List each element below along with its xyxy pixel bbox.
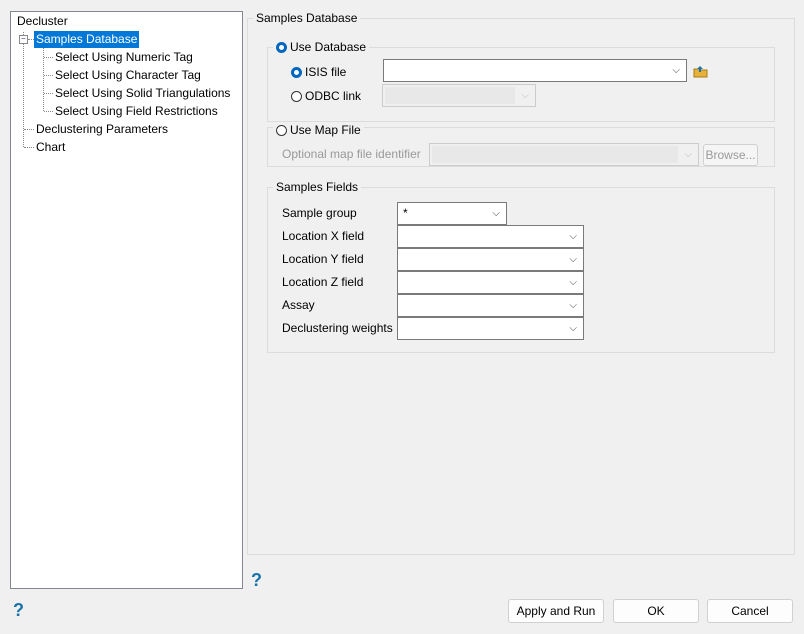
- tree-item-character-tag[interactable]: Select Using Character Tag: [55, 67, 201, 84]
- help-icon[interactable]: ?: [13, 600, 24, 621]
- isis-file-radio[interactable]: ISIS file: [291, 65, 346, 79]
- tree-item-numeric-tag[interactable]: Select Using Numeric Tag: [55, 49, 193, 66]
- field-combo[interactable]: * ⌵: [397, 202, 507, 225]
- tree-item-field-restrictions[interactable]: Select Using Field Restrictions: [55, 103, 218, 120]
- apply-and-run-button[interactable]: Apply and Run: [508, 599, 604, 623]
- field-label: Location Y field: [282, 252, 364, 266]
- navigation-tree[interactable]: Decluster − Samples Database Select Usin…: [10, 11, 243, 589]
- tree-item-solid-triangulations[interactable]: Select Using Solid Triangulations: [55, 85, 230, 102]
- tree-item-declustering-parameters[interactable]: Declustering Parameters: [36, 121, 168, 138]
- map-identifier-label: Optional map file identifier: [282, 147, 421, 161]
- use-database-label: Use Database: [290, 40, 367, 54]
- field-combo[interactable]: ⌵: [397, 271, 584, 294]
- field-label: Sample group: [282, 206, 357, 220]
- samples-fields-title: Samples Fields: [273, 180, 362, 194]
- field-label: Location Z field: [282, 275, 364, 289]
- field-combo[interactable]: ⌵: [397, 317, 584, 340]
- chevron-down-icon: ⌵: [569, 323, 577, 334]
- use-map-file-radio[interactable]: Use Map File: [273, 123, 364, 137]
- cancel-button[interactable]: Cancel: [707, 599, 793, 623]
- chevron-down-icon: ⌵: [569, 300, 577, 311]
- field-label: Declustering weights: [282, 321, 393, 335]
- field-value: *: [403, 206, 408, 220]
- odbc-link-combo[interactable]: ⌵: [382, 84, 536, 107]
- collapse-icon[interactable]: −: [19, 35, 28, 44]
- ok-button[interactable]: OK: [613, 599, 699, 623]
- tree-root[interactable]: Decluster: [17, 13, 68, 30]
- isis-file-label: ISIS file: [305, 65, 347, 79]
- field-combo[interactable]: ⌵: [397, 248, 584, 271]
- help-icon[interactable]: ?: [251, 570, 262, 591]
- field-combo[interactable]: ⌵: [397, 294, 584, 317]
- chevron-down-icon: ⌵: [521, 90, 529, 101]
- tree-item-chart[interactable]: Chart: [36, 139, 65, 156]
- use-map-file-label: Use Map File: [290, 123, 361, 137]
- tree-item-samples-database[interactable]: Samples Database: [34, 31, 140, 48]
- panel-title: Samples Database: [253, 11, 361, 25]
- field-combo[interactable]: ⌵: [397, 225, 584, 248]
- isis-file-combo[interactable]: ⌵: [383, 59, 687, 82]
- odbc-link-label: ODBC link: [305, 89, 362, 103]
- odbc-link-radio[interactable]: ODBC link: [291, 89, 361, 103]
- chevron-down-icon: ⌵: [569, 277, 577, 288]
- browse-button[interactable]: Browse...: [703, 144, 758, 166]
- use-database-radio[interactable]: Use Database: [273, 40, 370, 54]
- chevron-down-icon: ⌵: [684, 149, 692, 160]
- chevron-down-icon: ⌵: [672, 65, 680, 76]
- field-label: Assay: [282, 298, 315, 312]
- chevron-down-icon: ⌵: [569, 231, 577, 242]
- map-identifier-combo[interactable]: ⌵: [429, 143, 699, 166]
- open-folder-icon[interactable]: [693, 65, 708, 81]
- chevron-down-icon: ⌵: [569, 254, 577, 265]
- chevron-down-icon: ⌵: [492, 208, 500, 219]
- field-label: Location X field: [282, 229, 365, 243]
